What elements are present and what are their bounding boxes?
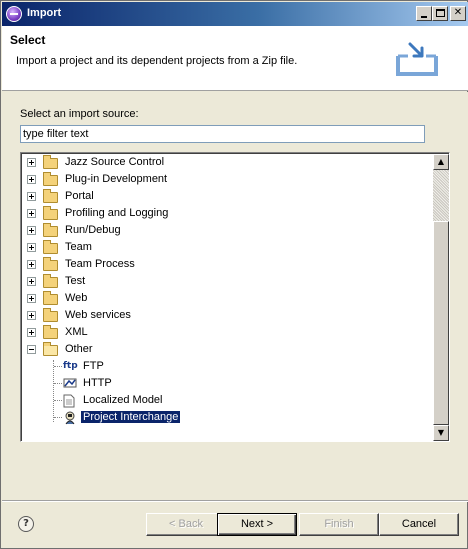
- help-icon[interactable]: ?: [18, 516, 34, 532]
- minimize-button[interactable]: [416, 6, 432, 21]
- expand-icon[interactable]: [27, 192, 36, 201]
- tree-item-label: Other: [65, 343, 93, 355]
- filter-input[interactable]: [20, 125, 425, 143]
- tree-item[interactable]: Team: [21, 239, 431, 256]
- tree-connector: [54, 366, 62, 367]
- expand-icon[interactable]: [27, 243, 36, 252]
- eclipse-icon: [6, 6, 22, 22]
- tree-item[interactable]: Plug-in Development: [21, 171, 431, 188]
- folder-icon: [43, 257, 58, 271]
- tree-item[interactable]: Profiling and Logging: [21, 205, 431, 222]
- expand-icon[interactable]: [27, 294, 36, 303]
- close-icon: ✕: [453, 7, 463, 18]
- tree-item[interactable]: Team Process: [21, 256, 431, 273]
- folder-open-icon: [43, 342, 58, 356]
- scroll-down-button[interactable]: ▼: [433, 425, 449, 441]
- title-bar[interactable]: Import ✕: [2, 2, 468, 26]
- folder-icon: [43, 308, 58, 322]
- expand-icon[interactable]: [27, 175, 36, 184]
- expand-icon[interactable]: [27, 277, 36, 286]
- tree-item-label: Profiling and Logging: [65, 207, 169, 219]
- tree-item-label: Portal: [65, 190, 94, 202]
- folder-icon: [43, 172, 58, 186]
- expand-icon[interactable]: [27, 260, 36, 269]
- folder-icon: [43, 155, 58, 169]
- maximize-icon: [436, 9, 445, 17]
- vertical-scrollbar[interactable]: ▲ ▼: [433, 154, 449, 441]
- tree-child-item[interactable]: Localized Model: [21, 392, 431, 409]
- tree-child-item[interactable]: Project Interchange: [21, 409, 431, 426]
- document-icon: [63, 394, 79, 408]
- back-button[interactable]: < Back: [146, 513, 226, 536]
- maximize-button[interactable]: [432, 6, 448, 21]
- tree-item[interactable]: Web: [21, 290, 431, 307]
- scroll-thumb[interactable]: [433, 221, 449, 425]
- next-button[interactable]: Next >: [217, 513, 297, 536]
- tree-item[interactable]: Jazz Source Control: [21, 154, 431, 171]
- tree-connector: [54, 400, 62, 401]
- import-dialog: Import ✕ Select Import a project and its…: [0, 0, 468, 549]
- project-interchange-icon: [63, 411, 79, 425]
- minimize-icon: [421, 16, 427, 18]
- tree-child-label: HTTP: [83, 377, 112, 389]
- tree-item-label: Team Process: [65, 258, 135, 270]
- folder-icon: [43, 291, 58, 305]
- collapse-icon[interactable]: [27, 345, 36, 354]
- tree-item[interactable]: Other: [21, 341, 431, 358]
- tree-item-label: Plug-in Development: [65, 173, 168, 185]
- tree-item-label: XML: [65, 326, 88, 338]
- tree-child-label: Localized Model: [83, 394, 163, 406]
- folder-icon: [43, 274, 58, 288]
- tree-item-label: Web: [65, 292, 88, 304]
- tree-item-label: Web services: [65, 309, 131, 321]
- tree-connector: [54, 417, 62, 418]
- wizard-body: Select an import source: Jazz Source Con…: [2, 92, 468, 500]
- expand-icon[interactable]: [27, 209, 36, 218]
- import-source-tree[interactable]: Jazz Source Control Plug-in Development Po…: [20, 152, 450, 442]
- tree-child-item[interactable]: HTTP: [21, 375, 431, 392]
- cancel-button[interactable]: Cancel: [379, 513, 459, 536]
- folder-icon: [43, 325, 58, 339]
- expand-icon[interactable]: [27, 226, 36, 235]
- tree-child-label: FTP: [83, 360, 104, 372]
- tree-item-label: Test: [65, 275, 86, 287]
- tree-item-label: Team: [65, 241, 92, 253]
- folder-icon: [43, 223, 58, 237]
- window-title: Import: [27, 7, 62, 19]
- tree-connector: [53, 360, 54, 422]
- close-button[interactable]: ✕: [450, 6, 466, 21]
- expand-icon[interactable]: [27, 311, 36, 320]
- folder-icon: [43, 206, 58, 220]
- footer-divider: [2, 500, 468, 502]
- tree-item[interactable]: Test: [21, 273, 431, 290]
- tree-item[interactable]: Web services: [21, 307, 431, 324]
- folder-icon: [43, 189, 58, 203]
- import-source-label: Select an import source:: [20, 108, 139, 120]
- tree-item[interactable]: XML: [21, 324, 431, 341]
- ftp-icon: ftp: [63, 361, 78, 371]
- tree-connector: [54, 383, 62, 384]
- import-wizard-icon: [396, 42, 438, 76]
- tree-child-item[interactable]: ftp FTP: [21, 358, 431, 375]
- tree-item[interactable]: Run/Debug: [21, 222, 431, 239]
- tree-item[interactable]: Portal: [21, 188, 431, 205]
- expand-icon[interactable]: [27, 158, 36, 167]
- expand-icon[interactable]: [27, 328, 36, 337]
- tree-child-label: Project Interchange: [81, 411, 181, 423]
- folder-icon: [43, 240, 58, 254]
- wizard-header: Select Import a project and its dependen…: [2, 26, 468, 91]
- http-icon: [63, 377, 79, 390]
- page-title: Select: [10, 33, 46, 47]
- scroll-up-button[interactable]: ▲: [433, 154, 449, 170]
- page-description: Import a project and its dependent proje…: [16, 55, 298, 67]
- finish-button[interactable]: Finish: [299, 513, 379, 536]
- tree-item-label: Jazz Source Control: [65, 156, 165, 168]
- tree-item-label: Run/Debug: [65, 224, 121, 236]
